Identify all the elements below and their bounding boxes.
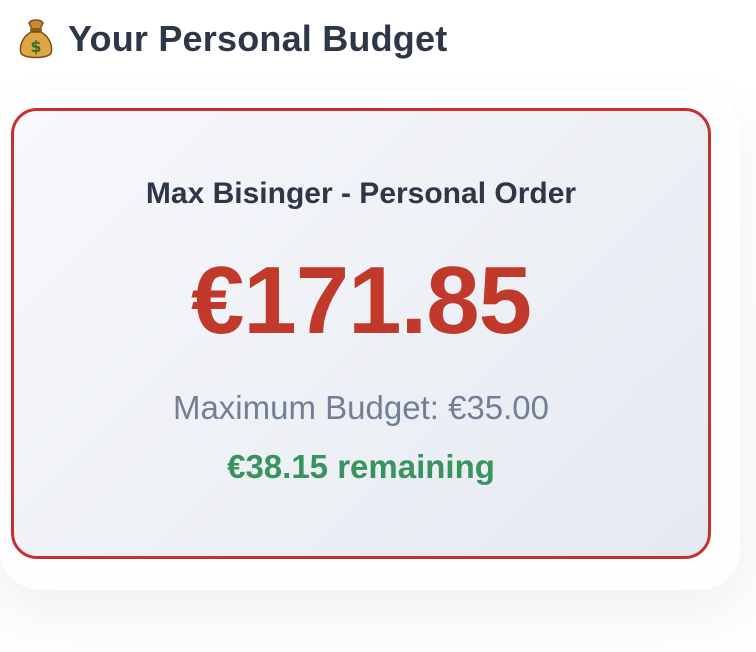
maximum-budget-text: Maximum Budget: €35.00 (172, 389, 550, 426)
money-bag-icon: $ (18, 17, 54, 61)
svg-text:$: $ (30, 37, 41, 56)
budget-card: Max Bisinger - Personal Order €171.85 Ma… (11, 108, 711, 559)
remaining-budget-text: €38.15 remaining (227, 448, 495, 485)
order-total-amount: €171.85 (190, 247, 532, 354)
page-header: $ Your Personal Budget (18, 14, 447, 64)
budget-page: $ Your Personal Budget Max Bisinger - Pe… (0, 0, 756, 652)
page-title: Your Personal Budget (68, 18, 448, 59)
order-owner-label: Max Bisinger - Personal Order (145, 177, 577, 210)
